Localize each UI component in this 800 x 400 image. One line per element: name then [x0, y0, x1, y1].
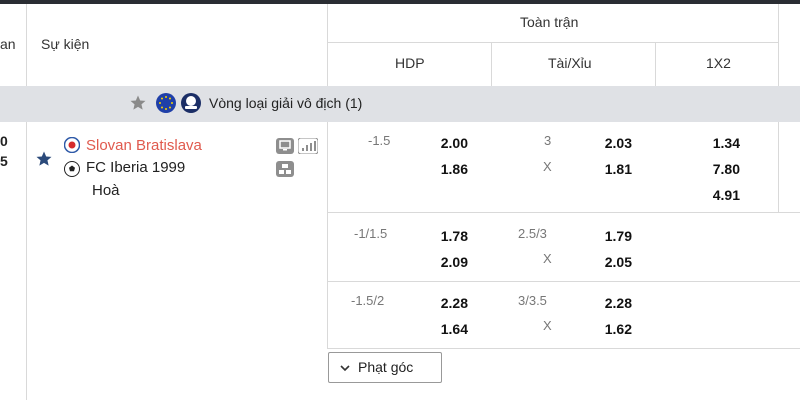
eu-flag-icon	[156, 93, 176, 118]
divider	[327, 281, 800, 282]
hdp-away-odds[interactable]: 2.09	[420, 254, 468, 270]
ou-over-odds[interactable]: 1.79	[584, 228, 632, 244]
divider	[778, 4, 779, 86]
top-bar	[0, 0, 800, 4]
divider	[327, 122, 328, 348]
football-icon	[64, 161, 80, 182]
hdp-column-header: HDP	[395, 55, 425, 71]
home-team-name[interactable]: Slovan Bratislava	[86, 137, 202, 154]
ou-line: 2.5/3	[518, 226, 547, 241]
x12-draw-odds[interactable]: 4.91	[692, 187, 740, 203]
divider	[327, 212, 800, 213]
divider	[491, 42, 492, 86]
ou-x-label: X	[543, 159, 552, 174]
partial-column-header: an	[0, 36, 16, 52]
ou-under-odds[interactable]: 1.81	[584, 161, 632, 177]
divider	[26, 122, 27, 400]
hdp-away-odds[interactable]: 1.64	[420, 321, 468, 337]
league-logo-icon	[181, 93, 201, 118]
x12-home-odds[interactable]: 1.34	[692, 135, 740, 151]
ou-over-odds[interactable]: 2.03	[584, 135, 632, 151]
divider	[655, 42, 656, 86]
hdp-line: -1.5/2	[351, 293, 385, 308]
fulltime-header: Toàn trận	[520, 14, 579, 30]
divider	[778, 122, 779, 212]
ou-line: 3	[544, 133, 552, 148]
score-bottom: 5	[0, 153, 8, 169]
tv-icon[interactable]	[276, 138, 294, 154]
favorite-star-icon[interactable]	[35, 150, 53, 173]
event-column-header: Sự kiện	[41, 36, 90, 52]
x12-away-odds[interactable]: 7.80	[692, 161, 740, 177]
ou-over-odds[interactable]: 2.28	[584, 295, 632, 311]
hdp-away-odds[interactable]: 1.86	[420, 161, 468, 177]
ou-under-odds[interactable]: 2.05	[584, 254, 632, 270]
signal-icon[interactable]	[297, 137, 319, 159]
ou-column-header: Tài/Xỉu	[548, 55, 592, 71]
draw-label: Hoà	[92, 182, 120, 199]
score-top: 0	[0, 133, 8, 149]
divider	[26, 4, 27, 86]
ou-x-label: X	[543, 251, 552, 266]
divider	[327, 348, 800, 349]
chevron-down-icon	[339, 361, 351, 379]
star-icon[interactable]	[129, 94, 147, 117]
ou-x-label: X	[543, 318, 552, 333]
corner-kicks-button[interactable]: Phạt góc	[328, 352, 442, 383]
league-name[interactable]: Vòng loại giải vô địch (1)	[209, 95, 362, 111]
divider	[327, 4, 328, 86]
hdp-line: -1/1.5	[354, 226, 388, 241]
slovan-badge-icon	[63, 136, 81, 158]
away-team-name[interactable]: FC Iberia 1999	[86, 159, 185, 176]
1x2-column-header: 1X2	[706, 55, 731, 71]
hdp-home-odds[interactable]: 1.78	[420, 228, 468, 244]
ou-under-odds[interactable]: 1.62	[584, 321, 632, 337]
divider	[327, 42, 779, 43]
league-row[interactable]	[0, 86, 800, 122]
ou-line: 3/3.5	[518, 293, 547, 308]
corner-kicks-label: Phạt góc	[358, 359, 414, 375]
hdp-home-odds[interactable]: 2.28	[420, 295, 468, 311]
hdp-line: -1.5	[368, 133, 391, 148]
hdp-home-odds[interactable]: 2.00	[420, 135, 468, 151]
bracket-icon[interactable]	[276, 161, 294, 177]
